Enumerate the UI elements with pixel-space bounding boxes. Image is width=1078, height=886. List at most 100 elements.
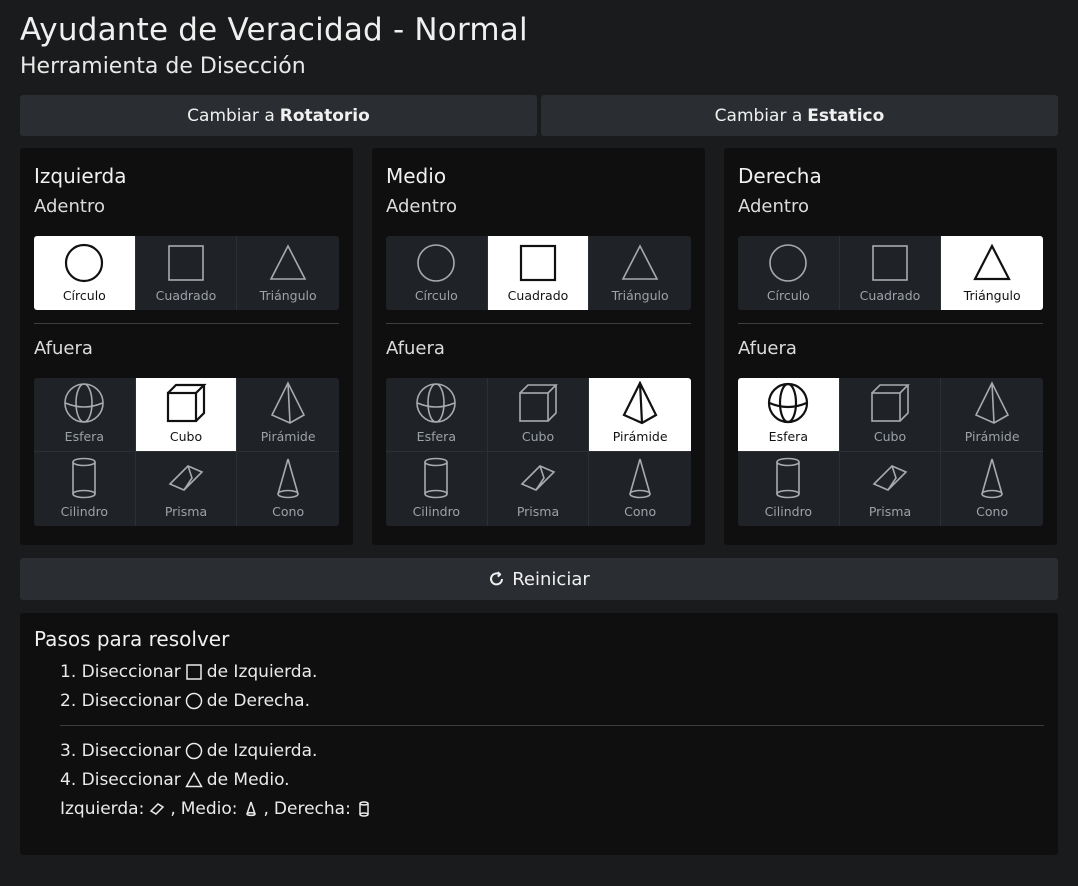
solid-label: Pirámide	[260, 429, 316, 444]
outside-shape-grid: Esfera Cubo Pirámide Cilindro Prisma Con…	[34, 378, 339, 526]
shape-label: Cuadrado	[155, 288, 217, 303]
piramide-icon	[970, 381, 1014, 425]
cylinder-icon	[359, 800, 369, 817]
cubo-icon	[516, 381, 560, 425]
inside-label: Adentro	[738, 196, 809, 217]
panel-title: Medio	[386, 164, 447, 188]
mode-switches: Cambiar a Rotatorio Cambiar a Estatico	[20, 95, 1058, 136]
solid-label: Prisma	[516, 504, 560, 519]
outside-shape-grid: Esfera Cubo Pirámide Cilindro Prisma Con…	[386, 378, 691, 526]
solid-option-cono[interactable]: Cono	[237, 452, 339, 526]
final-mid-label: Medio:	[180, 798, 238, 819]
solid-option-cubo[interactable]: Cubo	[487, 378, 590, 452]
step-number: 4.	[60, 769, 77, 790]
reset-button[interactable]: Reiniciar	[20, 558, 1058, 600]
switch-rotatorio-button[interactable]: Cambiar a Rotatorio	[20, 95, 537, 136]
shape-option-circulo[interactable]: Círculo	[738, 236, 840, 310]
cilindro-icon	[62, 456, 106, 500]
shape-option-triangulo[interactable]: Triángulo	[237, 236, 339, 310]
shape-label: Triángulo	[259, 288, 317, 303]
cuadrado-icon	[869, 242, 911, 284]
shape-option-cuadrado[interactable]: Cuadrado	[136, 236, 238, 310]
prism-icon	[150, 802, 165, 815]
solid-option-cilindro[interactable]: Cilindro	[34, 452, 136, 526]
outside-label: Afuera	[738, 338, 797, 359]
cuadrado-icon	[165, 242, 207, 284]
solid-option-cono[interactable]: Cono	[941, 452, 1043, 526]
cono-icon	[618, 456, 662, 500]
step-item: 1. Diseccionar de Izquierda.	[60, 657, 1044, 686]
solid-option-cilindro[interactable]: Cilindro	[386, 452, 488, 526]
final-left-label: Izquierda:	[60, 798, 145, 819]
cono-icon	[970, 456, 1014, 500]
solid-label: Esfera	[416, 429, 456, 444]
step-suffix: de Medio.	[206, 769, 290, 790]
piramide-icon	[266, 381, 310, 425]
solid-option-prisma[interactable]: Prisma	[840, 452, 942, 526]
solid-option-cubo[interactable]: Cubo	[839, 378, 942, 452]
circulo-icon	[63, 242, 105, 284]
esfera-icon	[766, 381, 810, 425]
panel-medio: Medio Adentro Círculo Cuadrado Triángulo A…	[372, 148, 705, 545]
solid-option-piramide[interactable]: Pirámide	[237, 378, 339, 452]
steps-divider	[60, 725, 1044, 726]
step-verb: Diseccionar	[81, 690, 181, 711]
panel-derecha: Derecha Adentro Círculo Cuadrado Triángul…	[724, 148, 1057, 545]
switch-estatico-mode: Estatico	[807, 105, 885, 126]
outside-label: Afuera	[386, 338, 445, 359]
circulo-icon	[767, 242, 809, 284]
solid-option-prisma[interactable]: Prisma	[136, 452, 238, 526]
cubo-icon	[868, 381, 912, 425]
solid-option-esfera[interactable]: Esfera	[34, 378, 136, 452]
shape-option-cuadrado[interactable]: Cuadrado	[487, 236, 590, 310]
shape-option-circulo[interactable]: Círculo	[386, 236, 488, 310]
cone-icon	[245, 801, 256, 816]
step-verb: Diseccionar	[81, 661, 181, 682]
step-item: 4. Diseccionar de Medio.	[60, 765, 1044, 794]
solid-label: Cilindro	[764, 504, 813, 519]
page-title: Ayudante de Veracidad - Normal	[20, 12, 528, 48]
circle-icon	[181, 742, 207, 760]
outside-label: Afuera	[34, 338, 93, 359]
solid-label: Pirámide	[612, 429, 668, 444]
shape-option-triangulo[interactable]: Triángulo	[589, 236, 691, 310]
solid-option-prisma[interactable]: Prisma	[488, 452, 590, 526]
cilindro-icon	[414, 456, 458, 500]
solid-label: Cubo	[873, 429, 907, 444]
panel-title: Izquierda	[34, 164, 127, 188]
esfera-icon	[62, 381, 106, 425]
refresh-icon	[490, 571, 504, 586]
solid-option-esfera[interactable]: Esfera	[738, 378, 840, 452]
reset-label: Reiniciar	[512, 568, 590, 590]
inside-shape-grid: Círculo Cuadrado Triángulo	[738, 236, 1043, 310]
solid-label: Prisma	[164, 504, 208, 519]
solid-label: Cilindro	[412, 504, 461, 519]
piramide-icon	[618, 381, 662, 425]
shape-option-triangulo[interactable]: Triángulo	[941, 236, 1043, 310]
steps-title: Pasos para resolver	[34, 627, 230, 651]
solid-option-cubo[interactable]: Cubo	[135, 378, 238, 452]
solid-label: Cono	[976, 504, 1009, 519]
solid-option-piramide[interactable]: Pirámide	[589, 378, 691, 452]
panels: Izquierda Adentro Círculo Cuadrado Triáng…	[20, 148, 1058, 545]
cuadrado-icon	[517, 242, 559, 284]
solid-label: Cubo	[521, 429, 555, 444]
step-number: 1.	[60, 661, 77, 682]
shape-option-circulo[interactable]: Círculo	[34, 236, 136, 310]
shape-label: Círculo	[62, 288, 106, 303]
solid-label: Cubo	[169, 429, 203, 444]
step-number: 2.	[60, 690, 77, 711]
triangulo-icon	[971, 242, 1013, 284]
solid-label: Cono	[272, 504, 305, 519]
solid-option-cono[interactable]: Cono	[589, 452, 691, 526]
switch-estatico-button[interactable]: Cambiar a Estatico	[541, 95, 1058, 136]
shape-option-cuadrado[interactable]: Cuadrado	[840, 236, 942, 310]
solid-label: Prisma	[868, 504, 912, 519]
solid-option-cilindro[interactable]: Cilindro	[738, 452, 840, 526]
solid-option-piramide[interactable]: Pirámide	[941, 378, 1043, 452]
solid-option-esfera[interactable]: Esfera	[386, 378, 488, 452]
steps-panel: Pasos para resolver 1. Diseccionar de Iz…	[20, 613, 1058, 855]
shape-label: Triángulo	[963, 288, 1021, 303]
divider	[386, 323, 691, 324]
shape-label: Círculo	[766, 288, 810, 303]
